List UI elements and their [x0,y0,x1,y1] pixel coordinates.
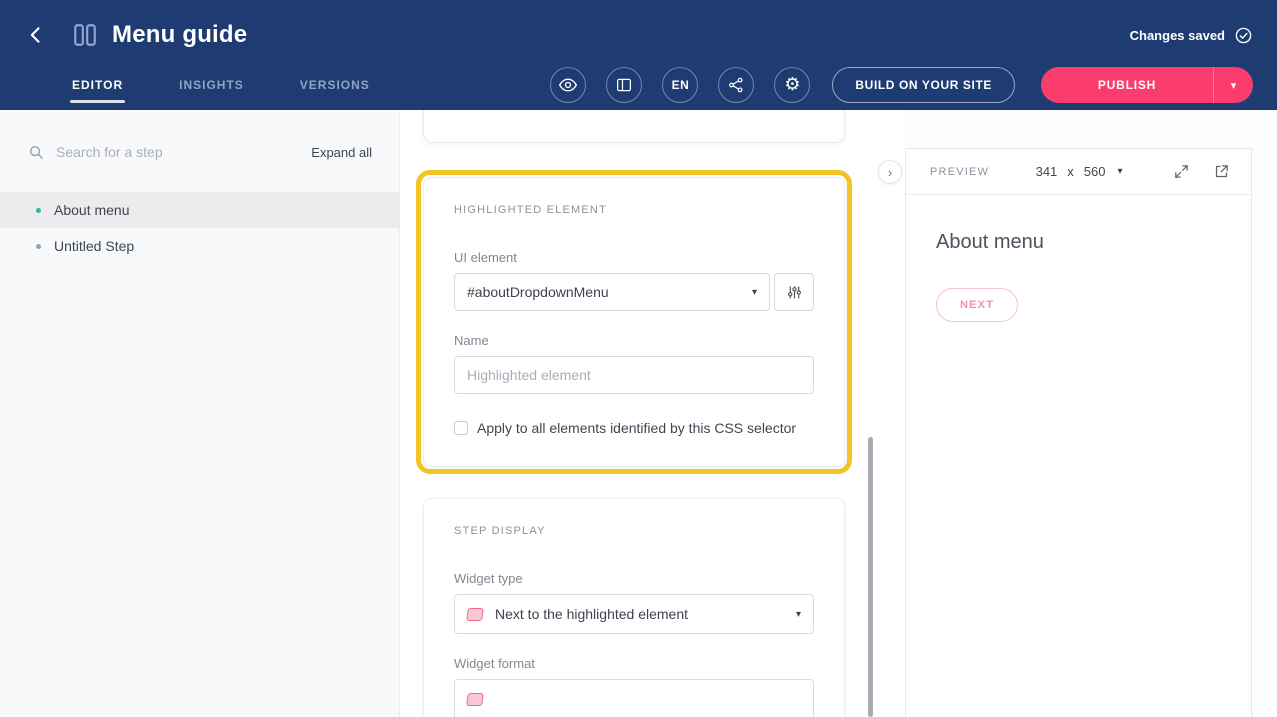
language-button[interactable]: EN [662,67,698,103]
tab-insights[interactable]: INSIGHTS [179,78,244,92]
layout-icon [615,76,633,94]
changes-saved-status: Changes saved [1130,26,1253,45]
topbar-title-row: Menu guide Changes saved [0,0,1277,60]
preview-width-value: 341 [1036,164,1058,179]
apply-all-row: Apply to all elements identified by this… [454,420,814,436]
step-status-dot [36,244,41,249]
preview-height-value: 560 [1084,164,1106,179]
eye-icon [558,75,578,95]
step-list-item-about-menu[interactable]: About menu [0,192,399,228]
dimensions-separator: x [1067,164,1074,179]
widget-type-value: Next to the highlighted element [495,606,688,622]
settings-button[interactable]: ⚙ [774,67,810,103]
back-button[interactable] [22,21,50,49]
tune-sliders-icon [786,284,803,301]
preview-header: PREVIEW 341 x 560 ▾ [906,149,1251,195]
app-logo-icon [70,20,100,50]
step-search-row: Expand all [0,132,399,172]
apply-all-checkbox[interactable] [454,421,468,435]
app-root: Menu guide Changes saved EDITOR INSIGHTS… [0,0,1277,717]
preview-dimensions-dropdown[interactable]: 341 x 560 ▾ [1036,164,1123,179]
step-search-input[interactable] [56,144,311,160]
preview-card: PREVIEW 341 x 560 ▾ [905,148,1252,717]
widget-shape-icon [466,608,484,621]
publish-split-button: PUBLISH ▾ [1041,67,1253,103]
share-icon [727,76,745,94]
publish-button[interactable]: PUBLISH [1041,67,1213,103]
widget-format-select[interactable] [454,679,814,717]
apply-all-label: Apply to all elements identified by this… [477,420,796,436]
external-link-icon [1213,163,1230,180]
widget-type-select[interactable]: Next to the highlighted element ▾ [454,594,814,634]
preview-next-button[interactable]: NEXT [936,288,1018,322]
step-list: About menu Untitled Step [0,192,399,264]
step-status-dot [36,208,41,213]
expand-preview-button[interactable] [1169,159,1195,185]
language-label: EN [672,78,690,92]
search-icon [28,144,45,161]
step-label: Untitled Step [54,238,134,254]
collapse-preview-button[interactable]: › [878,160,902,184]
expand-all-link[interactable]: Expand all [311,145,372,160]
topbar: Menu guide Changes saved EDITOR INSIGHTS… [0,0,1277,110]
step-display-card: STEP DISPLAY Widget type Next to the hig… [423,498,845,717]
widget-format-label: Widget format [454,656,814,671]
topbar-nav-row: EDITOR INSIGHTS VERSIONS EN [0,60,1277,110]
previous-settings-card [423,110,845,143]
ui-element-label: UI element [454,250,814,265]
share-button[interactable] [718,67,754,103]
name-label: Name [454,333,814,348]
widget-shape-icon [466,693,484,706]
widget-type-label: Widget type [454,571,814,586]
highlighted-element-card-body: HIGHLIGHTED ELEMENT UI element #aboutDro… [424,178,844,466]
step-display-card-body: STEP DISPLAY Widget type Next to the hig… [424,499,844,717]
preview-step-title: About menu [936,231,1221,254]
steps-sidebar: Expand all About menu Untitled Step [0,110,400,717]
chevron-down-icon: ▾ [796,609,801,620]
chevron-right-icon: › [888,165,892,180]
changes-saved-text: Changes saved [1130,28,1225,43]
step-label: About menu [54,202,130,218]
open-in-new-tab-button[interactable] [1209,159,1235,185]
tab-versions[interactable]: VERSIONS [300,78,370,92]
topbar-actions: EN ⚙ BUILD ON YOUR SITE PUBLISH ▾ [550,67,1253,103]
tab-editor[interactable]: EDITOR [72,78,123,92]
content-row: Expand all About menu Untitled Step [0,110,1277,717]
section-title-highlighted-element: HIGHLIGHTED ELEMENT [454,204,814,216]
ui-element-row: #aboutDropdownMenu ▾ [454,273,814,311]
expand-diagonal-icon [1173,163,1190,180]
layout-button[interactable] [606,67,642,103]
chevron-down-icon: ▾ [1118,166,1123,177]
page-title: Menu guide [112,21,247,49]
build-on-your-site-button[interactable]: BUILD ON YOUR SITE [832,67,1015,103]
preview-header-icons [1169,159,1235,185]
ui-element-value: #aboutDropdownMenu [467,284,609,300]
chevron-down-icon: ▾ [752,287,757,298]
highlighted-element-ring: HIGHLIGHTED ELEMENT UI element #aboutDro… [416,170,852,474]
editor-panel: HIGHLIGHTED ELEMENT UI element #aboutDro… [400,110,905,717]
preview-eye-button[interactable] [550,67,586,103]
chevron-down-icon: ▾ [1231,79,1237,92]
gear-icon: ⚙ [784,76,800,94]
chevron-left-icon [26,25,46,45]
check-circle-icon [1234,26,1253,45]
ui-element-select[interactable]: #aboutDropdownMenu ▾ [454,273,770,311]
section-title-step-display: STEP DISPLAY [454,525,814,537]
selector-settings-button[interactable] [774,273,814,311]
editor-cards: HIGHLIGHTED ELEMENT UI element #aboutDro… [423,110,845,717]
publish-dropdown-toggle[interactable]: ▾ [1213,67,1253,103]
preview-body: About menu NEXT [906,195,1251,350]
highlighted-element-name-input[interactable] [454,356,814,394]
preview-panel: PREVIEW 341 x 560 ▾ [905,110,1277,717]
highlighted-element-card: HIGHLIGHTED ELEMENT UI element #aboutDro… [423,177,845,467]
preview-label: PREVIEW [930,166,989,178]
editor-scrollbar-thumb[interactable] [868,437,873,717]
step-list-item-untitled-step[interactable]: Untitled Step [0,228,399,264]
